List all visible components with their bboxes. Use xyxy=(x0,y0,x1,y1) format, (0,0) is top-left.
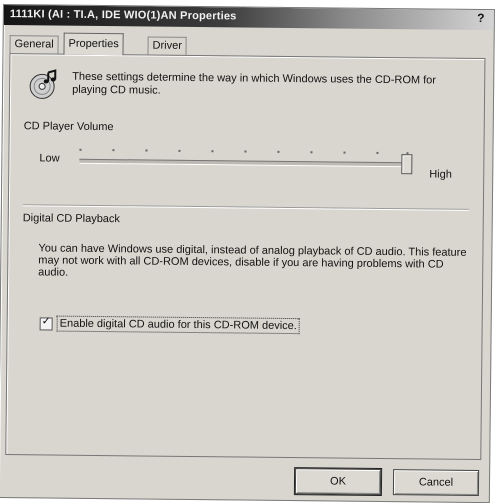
tab-driver[interactable]: Driver xyxy=(147,37,187,55)
properties-panel: These settings determine the way in whic… xyxy=(5,53,485,460)
intro-text: These settings determine the way in whic… xyxy=(72,71,467,101)
digital-audio-checkbox[interactable]: ✓ xyxy=(40,317,53,330)
volume-slider-ticks xyxy=(79,149,409,158)
tab-properties[interactable]: Properties xyxy=(63,33,123,56)
cd-audio-icon xyxy=(28,68,60,100)
volume-slider-track[interactable] xyxy=(79,159,409,167)
section-divider xyxy=(23,204,469,211)
tab-general[interactable]: General xyxy=(9,35,58,54)
checkmark-icon: ✓ xyxy=(42,315,51,328)
cancel-button[interactable]: Cancel xyxy=(393,469,479,496)
volume-low-label: Low xyxy=(39,152,59,164)
digital-description: You can have Windows use digital, instea… xyxy=(38,242,468,283)
digital-audio-checkbox-label[interactable]: Enable digital CD audio for this CD-ROM … xyxy=(58,317,299,334)
help-button[interactable]: ? xyxy=(472,11,490,27)
volume-group-label: CD Player Volume xyxy=(24,120,114,133)
properties-dialog: 1111KI (AI : TI.A, IDE WIO(1)AN Properti… xyxy=(0,4,495,503)
digital-group-label: Digital CD Playback xyxy=(23,212,120,225)
volume-high-label: High xyxy=(429,168,452,180)
digital-audio-option[interactable]: ✓ Enable digital CD audio for this CD-ROM… xyxy=(40,316,299,333)
window-title: 1111KI (AI : TI.A, IDE WIO(1)AN Properti… xyxy=(10,8,237,22)
ok-button[interactable]: OK xyxy=(295,468,381,495)
title-bar[interactable]: 1111KI (AI : TI.A, IDE WIO(1)AN Properti… xyxy=(4,5,494,30)
volume-slider-thumb[interactable] xyxy=(401,154,412,174)
